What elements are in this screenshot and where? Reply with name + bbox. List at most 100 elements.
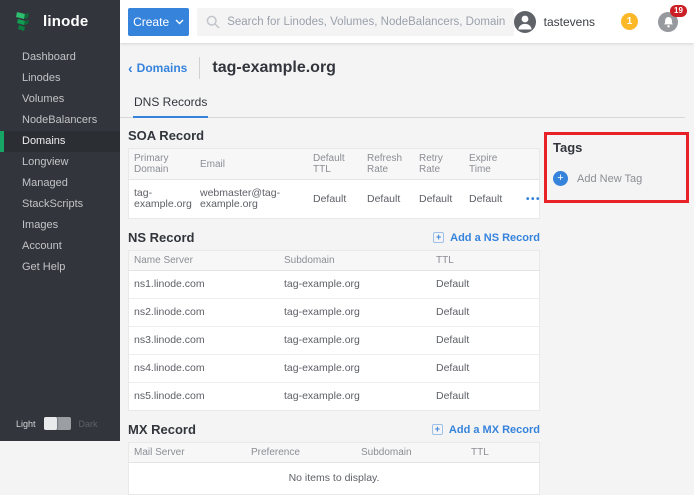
theme-toggle-row: Light Dark [16,417,98,430]
add-mx-record-label: Add a MX Record [449,424,540,436]
add-new-tag-button[interactable]: + Add New Tag [553,171,689,186]
soa-expire-time: Default [464,186,521,213]
column-header: Subdomain [279,251,431,270]
soa-primary-domain: tag-example.org [129,180,195,218]
sidebar-item-domains[interactable]: Domains [0,131,120,152]
sidebar-item-label: Images [22,219,58,231]
mx-section-title: MX Record [128,422,196,437]
ns-name-server: ns5.linode.com [129,383,279,410]
sidebar-item-longview[interactable]: Longview [0,152,120,173]
sidebar-item-dashboard[interactable]: Dashboard [0,47,120,68]
ns-ttl: Default [431,271,539,298]
sidebar-item-label: StackScripts [22,198,83,210]
sidebar-item-label: Managed [22,177,68,189]
sidebar: linode Dashboard Linodes Volumes NodeBal… [0,0,120,441]
add-mx-record-button[interactable]: + Add a MX Record [432,424,540,436]
chevron-down-icon [175,19,184,25]
add-ns-record-label: Add a NS Record [450,232,540,244]
soa-actions-menu-icon[interactable]: ••• [521,186,547,213]
linode-logo[interactable]: linode [0,0,120,45]
ns-record-row: ns1.linode.com tag-example.org Default [129,271,539,299]
create-button[interactable]: Create [128,8,189,36]
sidebar-item-nodebalancers[interactable]: NodeBalancers [0,110,120,131]
ns-ttl: Default [431,355,539,382]
soa-email: webmaster@tag-example.org [195,180,308,218]
ns-ttl: Default [431,383,539,410]
sidebar-item-label: Volumes [22,93,64,105]
username[interactable]: tastevens [544,15,595,29]
back-chevron-icon: ‹ [128,62,133,74]
ns-record-row: ns2.linode.com tag-example.org Default [129,299,539,327]
topbar: Create tastevens 1 19 [120,0,694,43]
linode-logo-text: linode [43,13,88,30]
search-icon [206,15,220,29]
soa-table: Primary Domain Email Default TTL Refresh… [128,148,540,219]
sidebar-item-linodes[interactable]: Linodes [0,68,120,89]
tags-title: Tags [553,140,689,155]
soa-table-header: Primary Domain Email Default TTL Refresh… [129,149,539,180]
column-header: Primary Domain [129,149,195,179]
soa-refresh-rate: Default [362,186,414,213]
soa-record-row: tag-example.org webmaster@tag-example.or… [129,180,539,218]
sidebar-item-volumes[interactable]: Volumes [0,89,120,110]
ns-table-header: Name Server Subdomain TTL [129,251,539,271]
ns-name-server: ns2.linode.com [129,299,279,326]
ns-name-server: ns3.linode.com [129,327,279,354]
ns-ttl: Default [431,299,539,326]
records-column: SOA Record Primary Domain Email Default … [128,128,540,495]
ns-record-row: ns3.linode.com tag-example.org Default [129,327,539,355]
notification-count-badge: 19 [670,5,687,17]
sidebar-item-label: Domains [22,135,65,147]
soa-retry-rate: Default [414,186,464,213]
pending-events-badge[interactable]: 1 [621,13,638,30]
notifications-button[interactable]: 19 [658,12,678,32]
sidebar-nav: Dashboard Linodes Volumes NodeBalancers … [0,47,120,278]
main-content: ‹ Domains tag-example.org DNS Records SO… [120,43,694,441]
sidebar-item-label: Longview [22,156,68,168]
plus-box-icon: + [432,424,443,435]
breadcrumb-back-label: Domains [137,61,188,75]
breadcrumb-back-link[interactable]: ‹ Domains [128,61,187,75]
column-header: Subdomain [356,443,466,462]
sidebar-item-stackscripts[interactable]: StackScripts [0,194,120,215]
column-header [521,160,539,168]
ns-subdomain: tag-example.org [279,355,431,382]
ns-record-row: ns5.linode.com tag-example.org Default [129,383,539,410]
sidebar-item-get-help[interactable]: Get Help [0,257,120,278]
avatar[interactable] [514,11,536,33]
column-header: Default TTL [308,149,362,179]
sidebar-item-label: Dashboard [22,51,76,63]
sidebar-item-label: Linodes [22,72,61,84]
tab-dns-records[interactable]: DNS Records [133,90,208,118]
create-button-label: Create [133,15,169,29]
sidebar-item-managed[interactable]: Managed [0,173,120,194]
sidebar-item-account[interactable]: Account [0,236,120,257]
page-title: tag-example.org [212,59,336,77]
ns-name-server: ns1.linode.com [129,271,279,298]
mx-table: Mail Server Preference Subdomain TTL No … [128,442,540,495]
ns-record-row: ns4.linode.com tag-example.org Default [129,355,539,383]
plus-circle-icon: + [553,171,568,186]
theme-toggle-switch[interactable] [44,417,71,430]
breadcrumb: ‹ Domains tag-example.org [128,55,694,81]
search-box[interactable] [197,8,513,36]
search-input[interactable] [227,16,504,28]
breadcrumb-divider [199,57,200,79]
column-header: TTL [466,443,539,462]
sidebar-item-label: Get Help [22,261,65,273]
ns-subdomain: tag-example.org [279,271,431,298]
sidebar-item-images[interactable]: Images [0,215,120,236]
theme-light-label: Light [16,419,36,429]
add-new-tag-label: Add New Tag [577,173,642,185]
ns-table: Name Server Subdomain TTL ns1.linode.com… [128,250,540,411]
column-header: Retry Rate [414,149,464,179]
column-header: Mail Server [129,443,246,462]
add-ns-record-button[interactable]: + Add a NS Record [433,232,540,244]
theme-toggle-knob [44,417,57,430]
soa-default-ttl: Default [308,186,362,213]
ns-subdomain: tag-example.org [279,383,431,410]
ns-section-title: NS Record [128,230,194,245]
column-header: Email [195,155,308,174]
tags-panel: Tags + Add New Tag [553,140,689,186]
ns-section-header: NS Record + Add a NS Record [128,230,540,245]
